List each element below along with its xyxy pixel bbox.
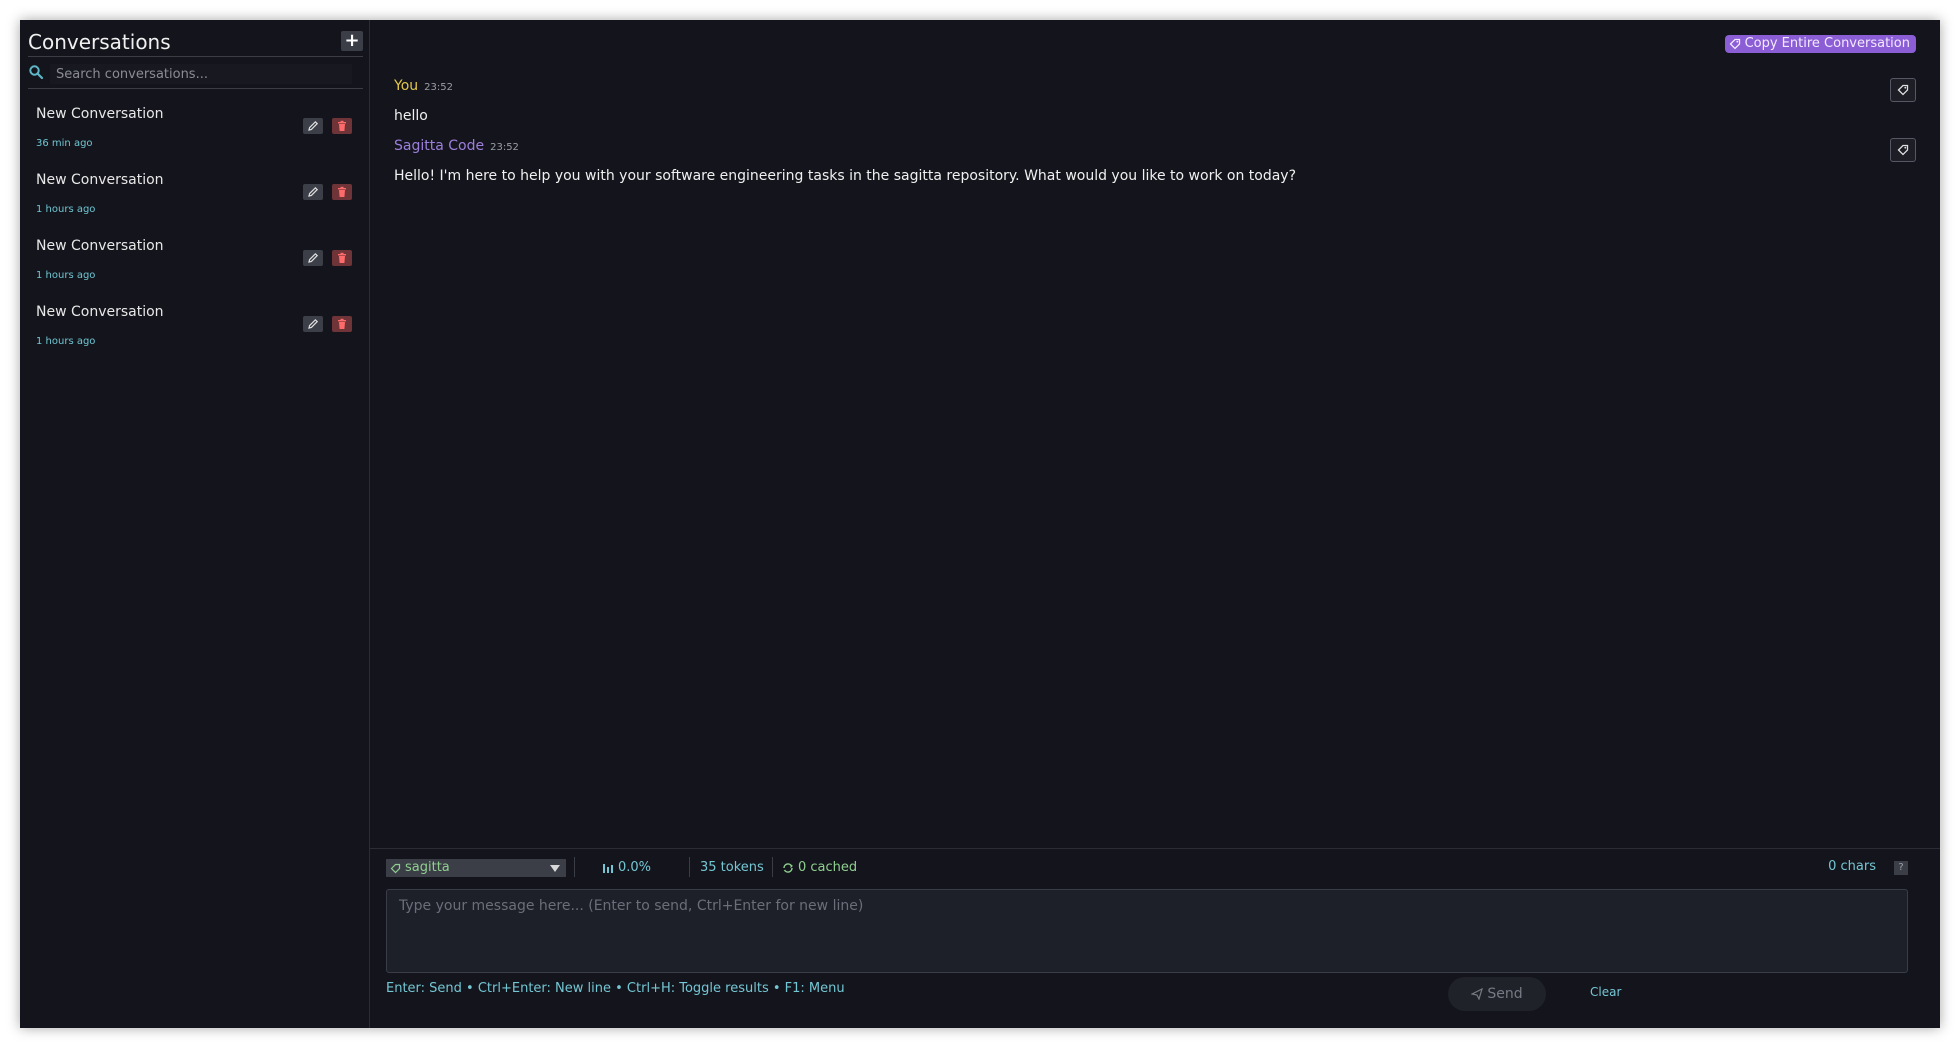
rename-conversation-button[interactable] [303,250,323,266]
chevron-down-icon [550,865,560,872]
app-window: Conversations + New Conversation 36 min … [20,20,1940,1028]
delete-conversation-button[interactable] [332,316,352,332]
bar-chart-icon [603,864,613,873]
delete-conversation-button[interactable] [332,250,352,266]
pencil-icon [308,318,319,329]
conversation-title: New Conversation [36,238,164,254]
copy-message-button[interactable] [1890,78,1916,102]
conversation-item[interactable]: New Conversation 1 hours ago [20,232,369,298]
copy-message-button[interactable] [1890,138,1916,162]
rename-conversation-button[interactable] [303,184,323,200]
message-header: You 23:52 [394,78,453,94]
usage-percent: 0.0% [618,860,652,875]
conversation-time: 1 hours ago [36,336,96,347]
help-button[interactable]: ? [1894,861,1908,875]
send-button[interactable]: Send [1448,977,1546,1011]
divider [772,857,773,877]
search-icon [29,65,44,80]
trash-icon [338,252,346,263]
message-author: Sagitta Code [394,138,485,154]
send-label: Send [1487,986,1523,1002]
rename-conversation-button[interactable] [303,118,323,134]
clear-button[interactable]: Clear [1590,985,1621,999]
pencil-icon [308,252,319,263]
divider [689,857,690,877]
usage-stat: 0.0% [602,859,651,877]
input-panel: sagitta 0.0% 35 tokens 0 cached 0 chars … [370,848,1940,1028]
token-count: 35 tokens [700,859,764,877]
copy-entire-conversation-button[interactable]: Copy Entire Conversation [1724,35,1916,53]
conversation-title: New Conversation [36,304,164,320]
recycle-icon [783,863,793,873]
divider [574,857,575,877]
new-conversation-button[interactable]: + [341,31,363,51]
message-author: You [394,78,419,94]
conversation-item[interactable]: New Conversation 36 min ago [20,100,369,166]
conversation-item[interactable]: New Conversation 1 hours ago [20,298,369,364]
trash-icon [338,120,346,131]
conversation-time: 36 min ago [36,138,93,149]
conversations-sidebar: Conversations + New Conversation 36 min … [20,20,370,1028]
copy-entire-conversation-label: Copy Entire Conversation [1744,36,1910,51]
rename-conversation-button[interactable] [303,316,323,332]
message-header: Sagitta Code 23:52 [394,138,519,154]
conversation-title: New Conversation [36,172,164,188]
message-text: hello [394,108,428,124]
chat-area: Copy Entire Conversation You 23:52 hello … [370,20,1940,1028]
pencil-icon [308,120,319,131]
repository-name: sagitta [405,860,450,875]
message-time: 23:52 [490,142,519,153]
conversation-time: 1 hours ago [36,204,96,215]
message-time: 23:52 [424,82,453,93]
tag-icon [1897,84,1909,96]
search-input[interactable] [50,64,352,84]
sidebar-header: Conversations + [28,26,363,57]
delete-conversation-button[interactable] [332,184,352,200]
conversation-time: 1 hours ago [36,270,96,281]
message-input[interactable] [386,889,1908,973]
conversation-item[interactable]: New Conversation 1 hours ago [20,166,369,232]
delete-conversation-button[interactable] [332,118,352,134]
send-icon [1471,988,1484,1000]
char-count: 0 chars [1828,859,1876,874]
repository-selector[interactable]: sagitta [386,859,566,877]
pencil-icon [308,186,319,197]
search-bar [28,62,363,89]
cached-stat: 0 cached [782,859,857,877]
token-count-label: 35 tokens [700,860,764,875]
sidebar-title: Conversations [28,30,171,54]
conversation-list: New Conversation 36 min ago New Conversa… [20,100,369,364]
cached-count: 0 cached [798,860,858,875]
trash-icon [338,318,346,329]
tag-icon [1729,38,1740,50]
keyboard-shortcuts-hint: Enter: Send • Ctrl+Enter: New line • Ctr… [386,981,845,996]
trash-icon [338,186,346,197]
repository-icon [390,863,401,873]
conversation-title: New Conversation [36,106,164,122]
tag-icon [1897,144,1909,156]
message-text: Hello! I'm here to help you with your so… [394,168,1297,184]
